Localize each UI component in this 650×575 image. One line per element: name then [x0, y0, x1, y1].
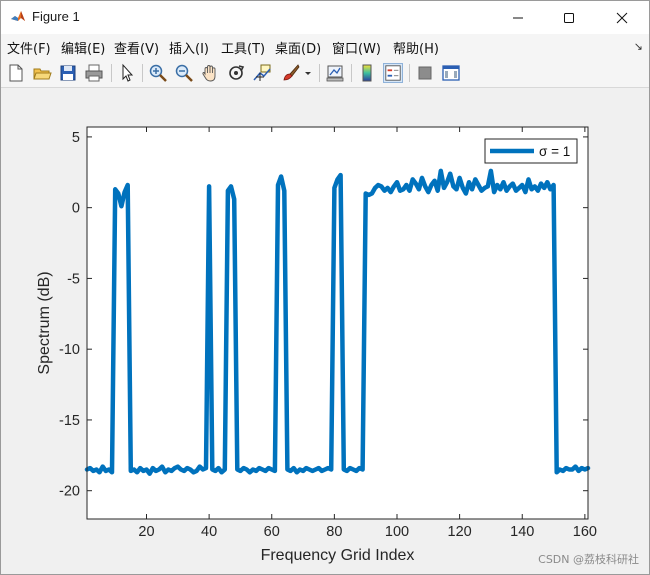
x-tick-label: 140 [510, 524, 534, 540]
zoom-out-icon[interactable] [174, 63, 194, 83]
x-tick-label: 40 [201, 524, 217, 540]
colorbar-icon[interactable] [357, 63, 377, 83]
toolbar-separator [111, 64, 112, 82]
legend-label-0: σ = 1 [539, 144, 570, 159]
toolbar-separator [351, 64, 352, 82]
menu-view[interactable]: 查看(V) [114, 38, 159, 57]
pointer-icon[interactable] [117, 63, 137, 83]
legend-icon[interactable] [383, 63, 403, 83]
menu-desktop[interactable]: 桌面(D) [275, 38, 321, 57]
toolbar-separator [409, 64, 410, 82]
maximize-icon [564, 12, 574, 23]
menu-edit[interactable]: 编辑(E) [61, 38, 105, 57]
toolbar-separator [142, 64, 143, 82]
new-figure-icon[interactable] [6, 63, 26, 83]
figure-window: Figure 1 文件(F) 编辑(E) 查看(V) 插入(I) 工具(T) 桌… [0, 0, 650, 575]
x-tick-label: 60 [264, 524, 280, 540]
menu-bar: 文件(F) 编辑(E) 查看(V) 插入(I) 工具(T) 桌面(D) 窗口(W… [1, 34, 649, 58]
figure-toolbar [1, 58, 649, 88]
x-tick-label: 120 [448, 524, 472, 540]
figure-canvas: 20 40 60 80 100 120 140 160 5 0 -5 -10 -15 -20 Frequen… [1, 89, 649, 574]
rotate-3d-icon[interactable] [226, 63, 246, 83]
y-tick-label: -20 [59, 484, 80, 500]
close-button[interactable] [599, 1, 645, 34]
data-cursor-icon[interactable] [252, 63, 272, 83]
brush-dropdown-icon[interactable] [303, 63, 313, 83]
zoom-in-icon[interactable] [148, 63, 168, 83]
link-plot-icon[interactable] [325, 63, 345, 83]
x-tick-label: 100 [385, 524, 409, 540]
menu-tools[interactable]: 工具(T) [221, 38, 265, 57]
print-icon[interactable] [84, 63, 104, 83]
title-bar[interactable]: Figure 1 [1, 1, 649, 34]
pan-icon[interactable] [200, 63, 220, 83]
close-icon [616, 12, 628, 23]
watermark-text: CSDN @荔枝科研社 [538, 553, 639, 566]
save-icon[interactable] [58, 63, 78, 83]
toolbar-separator [319, 64, 320, 82]
window-title: Figure 1 [32, 9, 80, 24]
menu-help[interactable]: 帮助(H) [393, 38, 439, 57]
menu-file[interactable]: 文件(F) [7, 38, 51, 57]
hide-plot-tools-icon[interactable] [415, 63, 435, 83]
y-tick-label: -15 [59, 413, 80, 429]
y-tick-label: 0 [72, 201, 80, 217]
y-tick-label: 5 [72, 130, 80, 146]
menu-window[interactable]: 窗口(W) [332, 38, 381, 57]
matlab-logo-icon [11, 11, 25, 21]
menu-insert[interactable]: 插入(I) [169, 38, 209, 57]
x-axis-label: Frequency Grid Index [261, 547, 415, 564]
y-axis-label: Spectrum (dB) [36, 271, 53, 374]
maximize-button[interactable] [546, 1, 592, 34]
minimize-button[interactable] [495, 1, 541, 34]
x-tick-label: 160 [573, 524, 597, 540]
dock-arrow-icon[interactable]: ↘ [634, 40, 643, 53]
brush-icon[interactable] [281, 63, 301, 83]
x-tick-label: 80 [326, 524, 342, 540]
chart-plot[interactable]: 20 40 60 80 100 120 140 160 5 0 -5 -10 -15 -20 Frequen… [1, 89, 649, 574]
open-file-icon[interactable] [32, 63, 52, 83]
minimize-icon [513, 17, 523, 18]
y-tick-label: -5 [67, 271, 80, 287]
x-tick-label: 20 [138, 524, 154, 540]
show-plot-tools-icon[interactable] [441, 63, 461, 83]
y-tick-label: -10 [59, 342, 80, 358]
